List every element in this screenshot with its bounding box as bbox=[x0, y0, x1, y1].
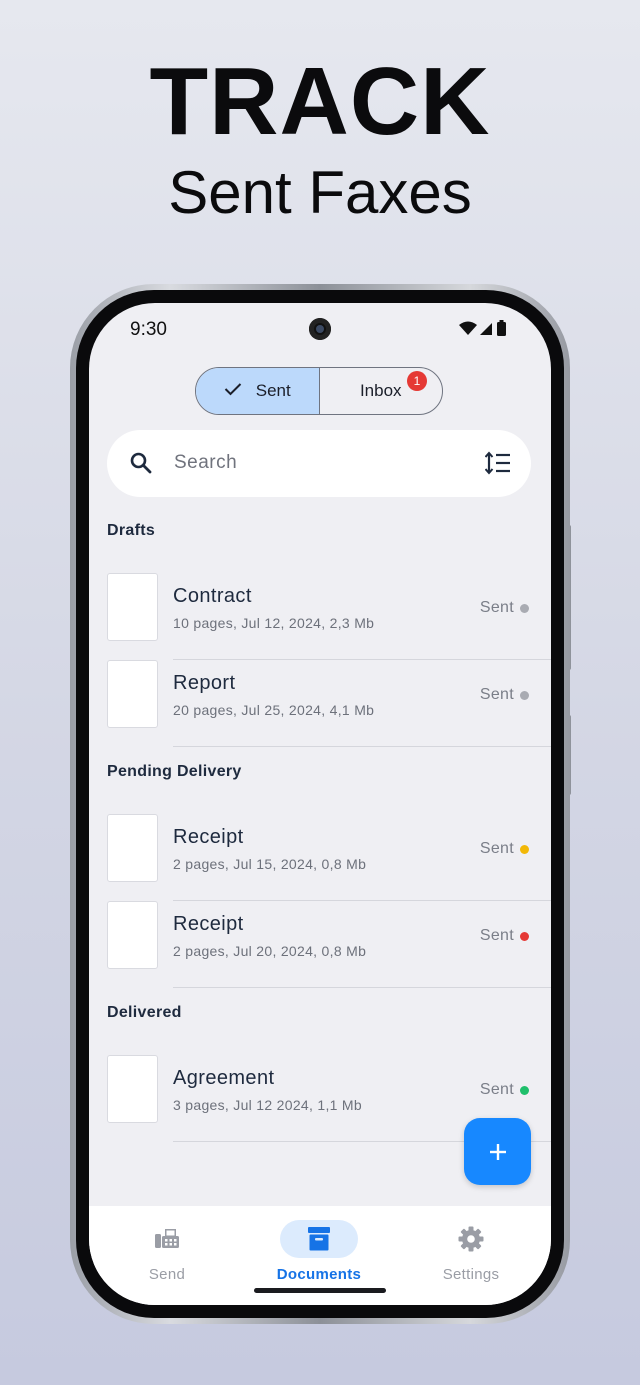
status-dot bbox=[520, 931, 529, 941]
status-icons bbox=[459, 320, 509, 343]
promo-headline: TRACK bbox=[149, 48, 491, 155]
nav-icon-container bbox=[432, 1220, 510, 1258]
promo-subheadline: Sent Faxes bbox=[168, 159, 472, 226]
plus-icon bbox=[489, 1143, 506, 1160]
document-thumbnail bbox=[107, 814, 158, 882]
nav-item-send[interactable]: Send bbox=[102, 1220, 232, 1290]
document-meta: 10 pages, Jul 12, 2024, 2,3 Mb bbox=[173, 615, 375, 631]
archive-box-icon bbox=[308, 1227, 330, 1251]
gear-icon bbox=[458, 1226, 484, 1252]
nav-item-settings[interactable]: Settings bbox=[406, 1220, 536, 1290]
list-item[interactable]: Receipt 2 pages, Jul 15, 2024, 0,8 Mb Se… bbox=[89, 814, 551, 901]
phone-bezel: 9:30 Sent Inbox 1 Search Drafts Contract… bbox=[76, 290, 564, 1318]
section-title-pending-delivery: Pending Delivery bbox=[107, 763, 242, 780]
front-camera bbox=[309, 318, 331, 340]
promo-header: TRACK Sent Faxes bbox=[0, 52, 640, 228]
phone-frame: 9:30 Sent Inbox 1 Search Drafts Contract… bbox=[70, 284, 570, 1324]
row-divider bbox=[173, 746, 551, 747]
tab-sent[interactable]: Sent bbox=[196, 368, 320, 414]
document-thumbnail bbox=[107, 901, 158, 969]
search-bar[interactable]: Search bbox=[107, 430, 531, 497]
sort-icon[interactable] bbox=[484, 451, 511, 480]
document-meta: 20 pages, Jul 25, 2024, 4,1 Mb bbox=[173, 702, 375, 718]
search-icon bbox=[129, 451, 153, 480]
section-title-drafts: Drafts bbox=[107, 522, 156, 539]
app-screen: 9:30 Sent Inbox 1 Search Drafts Contract… bbox=[89, 303, 551, 1305]
nav-label-documents: Documents bbox=[276, 1266, 362, 1283]
tab-inbox[interactable]: Inbox 1 bbox=[320, 368, 443, 414]
nav-icon-container bbox=[128, 1220, 206, 1258]
status-text: Sent bbox=[479, 1081, 514, 1098]
document-thumbnail bbox=[107, 573, 158, 641]
document-name: Contract bbox=[173, 585, 252, 607]
status-text: Sent bbox=[479, 840, 514, 857]
document-name: Agreement bbox=[173, 1067, 275, 1089]
document-meta: 2 pages, Jul 20, 2024, 0,8 Mb bbox=[173, 943, 367, 959]
document-thumbnail bbox=[107, 660, 158, 728]
status-label: Sent bbox=[480, 686, 529, 704]
sent-inbox-toggle: Sent Inbox 1 bbox=[195, 367, 443, 415]
status-dot bbox=[520, 603, 529, 613]
status-dot bbox=[520, 1085, 529, 1095]
document-meta: 3 pages, Jul 12 2024, 1,1 Mb bbox=[173, 1097, 362, 1113]
nav-label-settings: Settings bbox=[442, 1266, 500, 1283]
status-text: Sent bbox=[479, 599, 514, 616]
nav-item-documents[interactable]: Documents bbox=[254, 1220, 384, 1290]
check-icon bbox=[224, 381, 242, 401]
row-divider bbox=[173, 987, 551, 988]
status-bar: 9:30 bbox=[89, 303, 551, 353]
section-title-delivered: Delivered bbox=[107, 1004, 182, 1021]
status-text: Sent bbox=[479, 927, 514, 944]
add-document-button[interactable] bbox=[464, 1118, 531, 1185]
document-name: Receipt bbox=[173, 826, 244, 848]
search-input[interactable]: Search bbox=[174, 452, 237, 474]
home-indicator bbox=[254, 1288, 386, 1293]
status-dot bbox=[520, 690, 529, 700]
tab-sent-label: Sent bbox=[255, 381, 291, 400]
document-meta: 2 pages, Jul 15, 2024, 0,8 Mb bbox=[173, 856, 367, 872]
status-label: Sent bbox=[480, 1081, 529, 1099]
nav-icon-container bbox=[280, 1220, 358, 1258]
status-time: 9:30 bbox=[130, 319, 167, 340]
document-name: Report bbox=[173, 672, 236, 694]
list-item[interactable]: Report 20 pages, Jul 25, 2024, 4,1 Mb Se… bbox=[89, 660, 551, 747]
wifi-signal-battery-icon bbox=[459, 320, 506, 336]
document-thumbnail bbox=[107, 1055, 158, 1123]
nav-label-send: Send bbox=[148, 1266, 186, 1283]
status-label: Sent bbox=[480, 599, 529, 617]
status-dot bbox=[520, 844, 529, 854]
list-item[interactable]: Receipt 2 pages, Jul 20, 2024, 0,8 Mb Se… bbox=[89, 901, 551, 988]
tab-inbox-label: Inbox bbox=[359, 381, 402, 400]
status-label: Sent bbox=[480, 927, 529, 945]
status-text: Sent bbox=[479, 686, 514, 703]
inbox-badge: 1 bbox=[407, 371, 427, 391]
list-item[interactable]: Contract 10 pages, Jul 12, 2024, 2,3 Mb … bbox=[89, 573, 551, 660]
document-name: Receipt bbox=[173, 913, 244, 935]
fax-icon bbox=[155, 1229, 179, 1248]
status-label: Sent bbox=[480, 840, 529, 858]
